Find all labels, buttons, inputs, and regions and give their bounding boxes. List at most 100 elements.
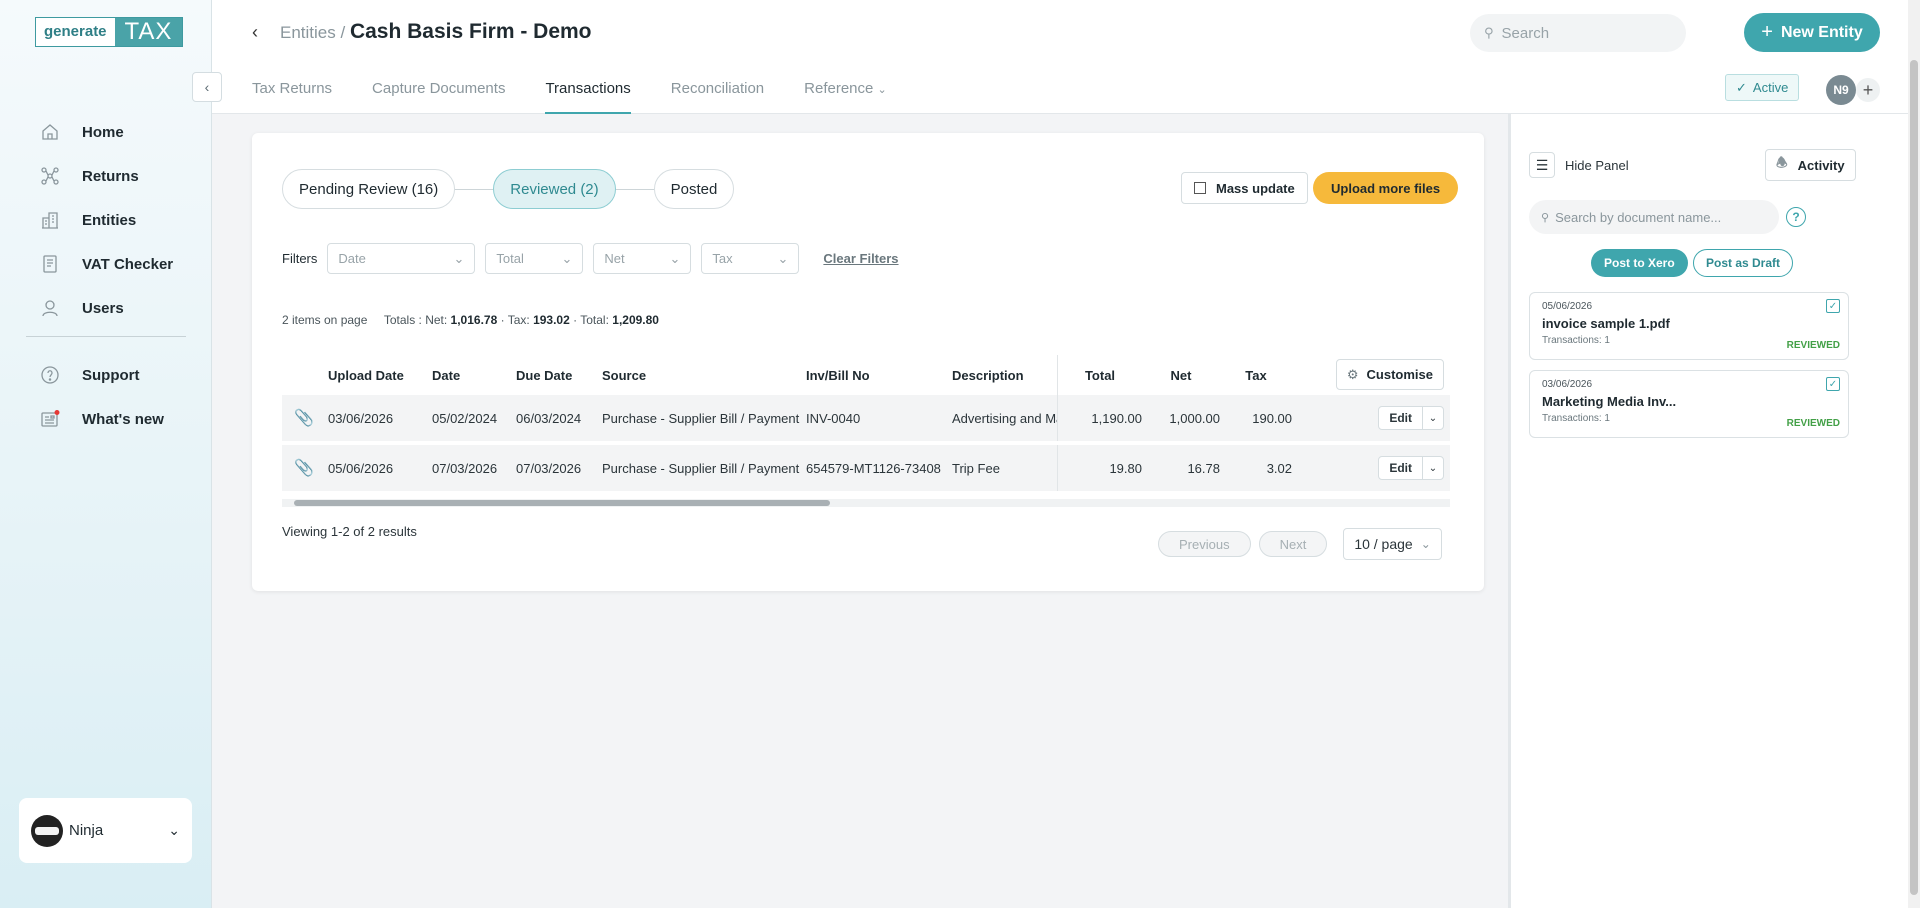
cell-description: Advertising and Marketing	[952, 395, 1058, 441]
chevron-down-icon: ⌄	[453, 250, 465, 266]
chevron-left-icon: ‹	[204, 79, 210, 95]
scrollbar-thumb[interactable]	[1910, 60, 1918, 895]
document-card[interactable]: 03/06/2026 Marketing Media Inv... Transa…	[1529, 370, 1849, 438]
row-menu-button[interactable]: ⌄	[1423, 457, 1443, 479]
net-filter-label: Net	[604, 251, 625, 266]
paperclip-icon[interactable]: 📎	[282, 408, 328, 428]
previous-button[interactable]: Previous	[1158, 531, 1251, 557]
column-upload-date[interactable]: Upload Date	[328, 368, 432, 383]
document-card[interactable]: 05/06/2026 invoice sample 1.pdf Transact…	[1529, 292, 1849, 360]
logo[interactable]: generate TAX	[35, 17, 184, 47]
mass-update-button[interactable]: Mass update	[1181, 172, 1308, 204]
customise-button[interactable]: ⚙ Customise	[1335, 359, 1444, 390]
new-entity-button[interactable]: + New Entity	[1744, 13, 1880, 52]
row-actions: Edit ⌄	[1378, 406, 1444, 430]
edit-button[interactable]: Edit	[1379, 407, 1423, 429]
avatar[interactable]: N9	[1826, 75, 1856, 105]
breadcrumb-entities[interactable]: Entities /	[280, 23, 345, 42]
document-checkbox[interactable]: ✓	[1826, 377, 1840, 391]
posted-pill[interactable]: Posted	[653, 169, 735, 209]
tab-tax-returns[interactable]: Tax Returns	[252, 80, 332, 114]
sidebar-item-label: Entities	[82, 211, 137, 229]
sidebar-nav: Home Returns Entities VAT Checker Users	[40, 110, 200, 330]
upload-more-files-button[interactable]: Upload more files	[1313, 172, 1459, 204]
sidebar-item-label: Users	[82, 299, 124, 317]
help-icon[interactable]: ?	[1786, 207, 1806, 227]
tab-reference[interactable]: Reference ⌄	[804, 80, 887, 114]
post-to-xero-button[interactable]: Post to Xero	[1591, 249, 1688, 277]
table-row[interactable]: 📎 05/06/2026 07/03/2026 07/03/2026 Purch…	[282, 445, 1450, 491]
column-inv-bill-no[interactable]: Inv/Bill No	[806, 368, 952, 383]
edit-button[interactable]: Edit	[1379, 457, 1423, 479]
column-description[interactable]: Description	[952, 355, 1058, 395]
chevron-down-icon: ⌄	[1420, 537, 1431, 551]
checkbox-icon	[1194, 182, 1206, 194]
user-menu[interactable]: Ninja ⌄	[19, 798, 192, 863]
next-button[interactable]: Next	[1258, 531, 1328, 557]
posted-label: Posted	[670, 180, 718, 198]
chevron-down-icon: ⌄	[669, 250, 681, 266]
reviewed-pill[interactable]: Reviewed (2)	[493, 169, 616, 209]
pending-review-label: Pending Review	[299, 180, 408, 198]
status-badge[interactable]: ✓ Active	[1725, 74, 1800, 101]
tab-capture-documents[interactable]: Capture Documents	[372, 80, 505, 114]
documents-panel: ☰ Hide Panel 🕭 Activity ⚲ Search by docu…	[1508, 114, 1908, 908]
scrollbar-thumb[interactable]	[294, 500, 830, 506]
back-arrow-icon[interactable]: ‹	[252, 22, 258, 43]
transactions-table: Upload Date Date Due Date Source Inv/Bil…	[282, 355, 1450, 495]
pill-connector	[455, 188, 494, 190]
transactions-card: Pending Review (16) Reviewed (2) Posted …	[252, 133, 1484, 591]
hide-panel-label: Hide Panel	[1565, 157, 1629, 173]
sidebar-item-label: VAT Checker	[82, 255, 174, 273]
tab-transactions[interactable]: Transactions	[545, 80, 631, 114]
reviewed-count: (2)	[580, 180, 599, 198]
gear-icon: ⚙	[1346, 366, 1359, 382]
column-net[interactable]: Net	[1142, 368, 1220, 383]
activity-button[interactable]: 🕭 Activity	[1765, 149, 1856, 181]
search-icon: ⚲	[1541, 211, 1550, 224]
sidebar-item-label: Support	[82, 366, 140, 384]
sidebar-item-users[interactable]: Users	[40, 286, 200, 330]
cell-source: Purchase - Supplier Bill / Payment	[602, 460, 800, 476]
table-header: Upload Date Date Due Date Source Inv/Bil…	[282, 355, 1450, 395]
table-row[interactable]: 📎 03/06/2026 05/02/2024 06/03/2024 Purch…	[282, 395, 1450, 441]
sidebar-item-home[interactable]: Home	[40, 110, 200, 154]
column-due-date[interactable]: Due Date	[516, 368, 602, 383]
review-stage-pills: Pending Review (16) Reviewed (2) Posted	[282, 169, 735, 209]
search-placeholder: Search	[1501, 24, 1550, 42]
document-search-input[interactable]: ⚲ Search by document name...	[1529, 200, 1779, 234]
add-user-button[interactable]: +	[1856, 78, 1880, 102]
post-as-draft-button[interactable]: Post as Draft	[1693, 249, 1794, 277]
sidebar-item-support[interactable]: Support	[40, 353, 200, 397]
tax-filter[interactable]: Tax ⌄	[701, 243, 800, 274]
hide-panel-toggle[interactable]: ☰ Hide Panel	[1529, 152, 1629, 178]
sidebar-item-returns[interactable]: Returns	[40, 154, 200, 198]
sidebar-item-whats-new[interactable]: What's new	[40, 397, 200, 441]
activity-label: Activity	[1797, 157, 1845, 173]
sidebar-item-entities[interactable]: Entities	[40, 198, 200, 242]
pending-review-pill[interactable]: Pending Review (16)	[282, 169, 456, 209]
mass-update-label: Mass update	[1216, 180, 1295, 196]
sidebar-item-vat-checker[interactable]: VAT Checker	[40, 242, 200, 286]
search-input[interactable]: ⚲ Search	[1470, 14, 1686, 52]
total-filter[interactable]: Total ⌄	[485, 243, 584, 274]
collapse-sidebar-button[interactable]: ‹	[192, 72, 222, 102]
cell-due-date: 06/03/2024	[516, 410, 582, 426]
tab-reconciliation[interactable]: Reconciliation	[671, 80, 764, 114]
document-checkbox[interactable]: ✓	[1826, 299, 1840, 313]
paperclip-icon[interactable]: 📎	[282, 458, 328, 478]
horizontal-scrollbar[interactable]	[282, 499, 1450, 507]
column-date[interactable]: Date	[432, 368, 516, 383]
date-filter[interactable]: Date ⌄	[327, 243, 476, 274]
vertical-scrollbar[interactable]	[1908, 0, 1920, 908]
page-size-select[interactable]: 10 / page ⌄	[1343, 528, 1442, 560]
row-menu-button[interactable]: ⌄	[1423, 407, 1443, 429]
sidebar-secondary-nav: Support What's new	[40, 353, 200, 441]
search-icon: ⚲	[1484, 25, 1494, 40]
net-filter[interactable]: Net ⌄	[593, 243, 692, 274]
column-source[interactable]: Source	[602, 368, 806, 383]
sidebar-divider	[26, 336, 186, 337]
column-tax[interactable]: Tax	[1220, 368, 1292, 383]
column-total[interactable]: Total	[1058, 368, 1142, 383]
clear-filters-link[interactable]: Clear Filters	[823, 251, 898, 266]
